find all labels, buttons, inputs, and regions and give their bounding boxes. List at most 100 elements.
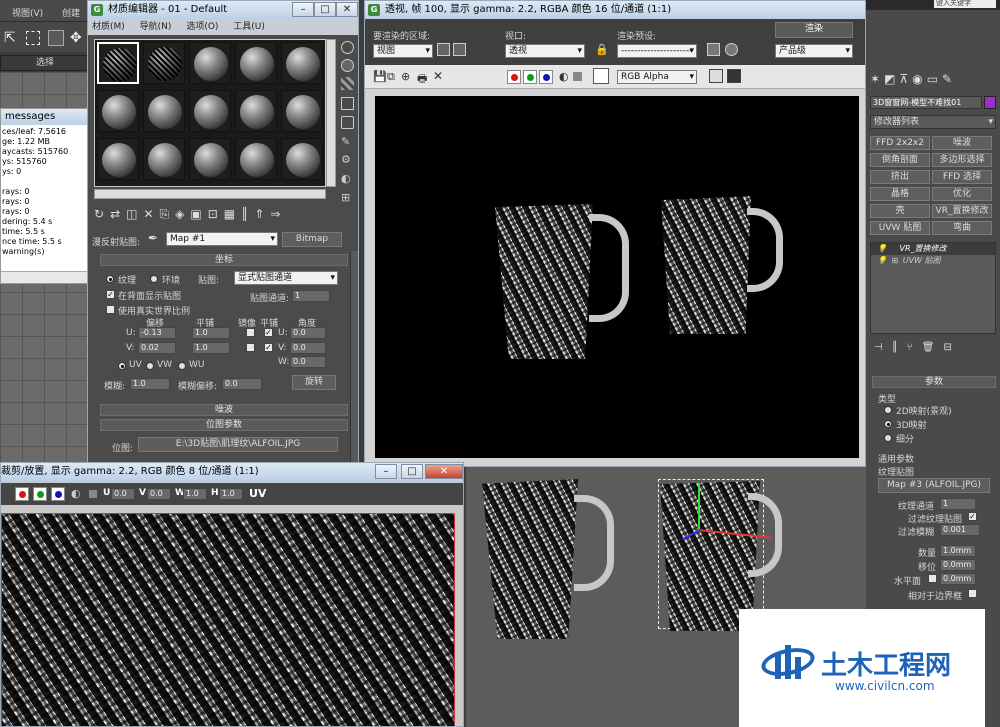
library-icon[interactable]: ▣ [190,207,207,221]
sample-slot[interactable] [97,138,139,180]
sample-slot[interactable] [235,42,277,84]
shift-spinner[interactable]: 0.0mm [940,559,976,571]
u-tile-checkbox[interactable]: ✓ [264,328,273,337]
filter-blur-spinner[interactable]: 0.001 [940,524,980,536]
reset-icon[interactable]: ✕ [143,207,159,221]
background-icon[interactable] [341,77,354,90]
sample-slot[interactable] [235,90,277,132]
modifier-list-dropdown[interactable]: 修改器列表 [870,115,996,129]
edit-region-icon[interactable] [437,43,450,56]
effects-icon[interactable]: ⊡ [208,207,224,221]
pin-stack-icon[interactable]: ⊣ [874,342,892,353]
blue-channel-icon[interactable] [51,487,65,501]
sample-slot[interactable] [281,42,323,84]
texture-channel-spinner[interactable]: 1 [940,498,976,510]
maximize-button[interactable]: □ [401,464,423,479]
utilities-tab-icon[interactable]: ✎ [942,72,956,86]
get-material-icon[interactable]: ↻ [94,207,110,221]
clear-icon[interactable]: ✕ [433,69,443,83]
search-field[interactable]: 键入关键字 [934,0,996,8]
go-parent-icon[interactable]: ⇑ [254,207,270,221]
alpha-channel-icon[interactable]: ◐ [71,487,81,500]
copy-icon[interactable]: ⎘ [160,207,176,221]
show-map-on-back-checkbox[interactable]: ✓ [106,290,115,299]
mono-icon[interactable] [89,490,97,498]
eyedropper-icon[interactable]: ✒ [148,231,158,245]
go-sibling-icon[interactable]: ⇒ [270,207,286,221]
sample-slot[interactable] [281,138,323,180]
w-spinner[interactable]: 1.0 [183,488,207,500]
lock-icon[interactable]: 🔒 [595,43,609,56]
green-channel-icon[interactable] [33,487,47,501]
coords-rollout-header[interactable]: 坐标 [100,254,348,266]
environment-icon[interactable] [725,43,738,56]
sample-slot[interactable] [97,42,139,84]
mapping-dropdown[interactable]: 显式贴图通道 [234,271,338,285]
clone-icon[interactable]: ⊕ [401,70,410,83]
v-offset-spinner[interactable]: 0.02 [138,342,176,354]
modifier-lattice-button[interactable]: 晶格 [870,187,930,201]
area-dropdown[interactable]: 视图 [373,44,433,58]
u-spinner[interactable]: 0.0 [111,488,135,500]
channel-display-dropdown[interactable]: RGB Alpha [617,70,697,84]
sample-slot[interactable] [97,90,139,132]
slots-hscroll[interactable] [94,189,326,199]
blur-spinner[interactable]: 1.0 [130,378,170,390]
editor-scrollbar[interactable] [350,251,358,469]
modifier-ffd-select-button[interactable]: FFD 选择 [932,170,992,184]
w-angle-spinner[interactable]: 0.0 [290,356,326,368]
modifier-bevel-profile-button[interactable]: 倒角剖面 [870,153,930,167]
show-map-icon[interactable]: ▦ [224,207,241,221]
red-channel-icon[interactable] [507,70,521,84]
radio-environ[interactable] [150,275,158,283]
select-by-material-icon[interactable]: ◐ [341,172,351,185]
water-level-checkbox[interactable] [928,574,937,583]
color-swatch[interactable] [593,68,609,84]
u-tiling-spinner[interactable]: 1.0 [192,327,230,339]
window-crossing-icon[interactable] [48,30,64,46]
show-end-result-icon[interactable]: ║ [892,342,907,353]
modifier-bend-button[interactable]: 弯曲 [932,221,992,235]
v-angle-spinner[interactable]: 0.0 [290,342,326,354]
navigator-icon[interactable]: ⊞ [341,191,350,204]
map-name-field[interactable]: Map #1 [166,232,278,246]
amount-spinner[interactable]: 1.0mm [940,545,976,557]
u-mirror-checkbox[interactable] [246,328,255,337]
sample-uv-icon[interactable] [341,97,354,110]
light-bulb-icon[interactable]: 💡 [877,244,887,253]
create-tab-icon[interactable]: ✶ [870,72,884,86]
slots-scrollbar[interactable] [326,39,336,187]
toggle-ui-overlay-icon[interactable] [709,69,723,83]
green-channel-icon[interactable] [523,70,537,84]
modifier-noise-button[interactable]: 噪波 [932,136,992,150]
object-color-swatch[interactable] [984,96,996,109]
hierarchy-tab-icon[interactable]: ⊼ [899,72,912,86]
backlight-icon[interactable] [341,59,354,72]
modifier-extrude-button[interactable]: 挤出 [870,170,930,184]
assign-icon[interactable]: ◫ [126,207,143,221]
make-preview-icon[interactable]: ✎ [341,135,350,148]
u-offset-spinner[interactable]: -0.13 [138,327,176,339]
quality-dropdown[interactable]: 产品级 [775,44,853,58]
map-type-button[interactable]: Bitmap [282,232,342,247]
preset-dropdown[interactable]: ---------------------- [617,44,697,58]
material-editor-titlebar[interactable]: G 材质编辑器 - 01 - Default – □ ✕ [88,1,358,19]
stack-item-vr-displace[interactable]: 💡 VR_置换修改 [871,243,995,255]
modify-tab-icon[interactable]: ◩ [884,72,899,86]
gizmo-y-axis[interactable] [698,483,700,529]
unique-icon[interactable]: ◈ [175,207,190,221]
minimize-button[interactable]: – [292,2,314,17]
sample-slot[interactable] [189,90,231,132]
v-tiling-spinner[interactable]: 1.0 [192,342,230,354]
sample-slot[interactable] [143,90,185,132]
menu-view[interactable]: 视图(V) [12,6,43,19]
params-rollout-header[interactable]: 参数 [872,376,996,388]
mono-icon[interactable] [573,72,582,81]
render-setup-icon[interactable] [707,43,720,56]
stack-expand-icon[interactable]: ⊞ [892,256,899,265]
v-mirror-checkbox[interactable] [246,343,255,352]
red-channel-icon[interactable] [15,487,29,501]
modifier-shell-button[interactable]: 壳 [870,204,930,218]
minimize-button[interactable]: – [375,464,397,479]
radio-3d-mapping[interactable] [884,420,892,428]
